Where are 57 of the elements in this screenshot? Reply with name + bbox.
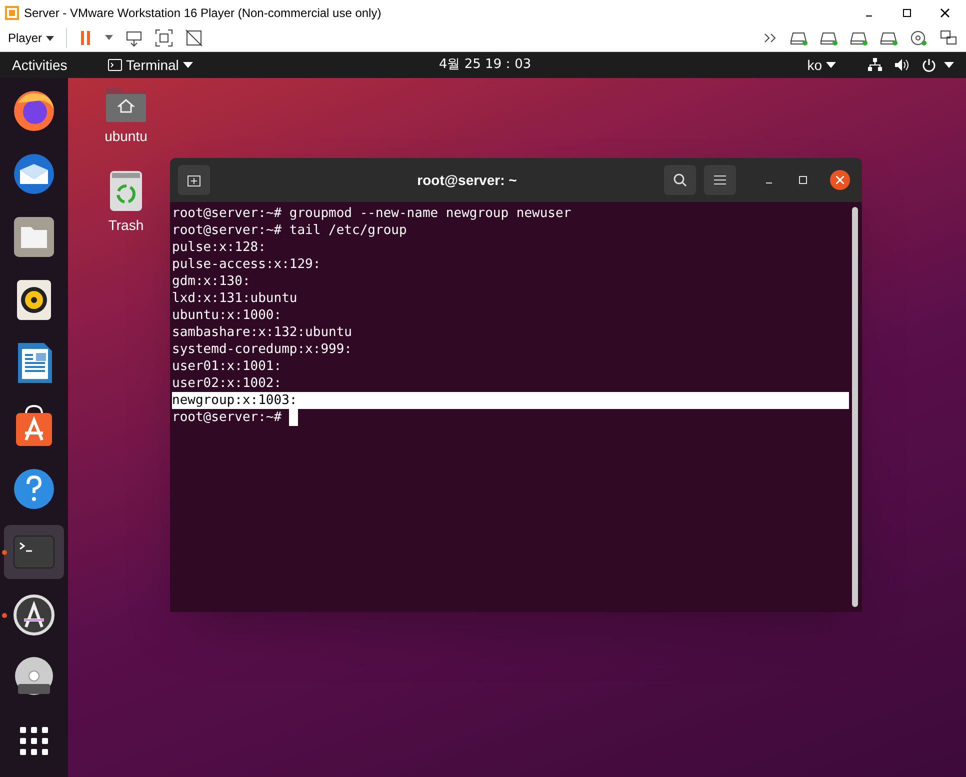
app-logo-icon bbox=[4, 4, 20, 20]
disc-icon[interactable] bbox=[910, 30, 928, 46]
desktop-icon-label[interactable]: ubuntu bbox=[104, 126, 148, 147]
terminal-line: root@server:~# tail /etc/group bbox=[172, 222, 407, 239]
app-menu[interactable]: Terminal bbox=[108, 54, 193, 76]
caret-icon bbox=[46, 36, 54, 40]
maximize-icon[interactable] bbox=[902, 8, 912, 18]
terminal-line: gdm:x:130: bbox=[172, 273, 250, 290]
network-adapter-icon[interactable] bbox=[940, 30, 958, 46]
caret-icon bbox=[826, 62, 836, 68]
network-icon[interactable] bbox=[868, 58, 882, 72]
drive-icon[interactable] bbox=[880, 30, 898, 46]
drive-icon[interactable] bbox=[820, 30, 838, 46]
close-icon bbox=[836, 176, 844, 184]
volume-icon[interactable] bbox=[894, 58, 910, 72]
terminal-line: user01:x:1001: bbox=[172, 358, 282, 375]
terminal-line: systemd-coredump:x:999: bbox=[172, 341, 352, 358]
unity-icon[interactable] bbox=[185, 29, 204, 47]
clock[interactable]: 4월 25 19：03 bbox=[438, 55, 532, 75]
terminal-line: pulse:x:128: bbox=[172, 239, 266, 256]
mail-icon bbox=[12, 152, 56, 196]
close-button[interactable] bbox=[830, 170, 850, 190]
help-icon bbox=[12, 467, 56, 511]
terminal-line: user02:x:1002: bbox=[172, 375, 282, 392]
terminal-line: lxd:x:131:ubuntu bbox=[172, 290, 298, 307]
browser-icon bbox=[12, 89, 56, 133]
terminal-line: sambashare:x:132:ubuntu bbox=[172, 324, 352, 341]
terminal-line: root@server:~# bbox=[172, 409, 283, 426]
terminal-icon bbox=[108, 59, 122, 71]
fullscreen-icon[interactable] bbox=[155, 29, 174, 47]
send-keys-icon[interactable] bbox=[125, 29, 144, 47]
desktop-icon-label[interactable]: Trash bbox=[108, 215, 144, 236]
search-button[interactable] bbox=[664, 165, 696, 195]
terminal-line: ubuntu:x:1000: bbox=[172, 307, 282, 324]
new-tab-button[interactable] bbox=[178, 165, 210, 195]
folder-icon bbox=[12, 215, 56, 259]
terminal-line: root@server:~# groupmod --new-name newgroup newuser bbox=[172, 205, 572, 222]
menu-icon bbox=[714, 175, 726, 185]
terminal-title: root@server: ~ bbox=[417, 170, 517, 190]
window-title: Server - VMware Workstation 16 Player (Non-commercial use only) bbox=[24, 4, 382, 22]
caret-icon bbox=[182, 62, 193, 68]
activities-button[interactable]: Activities bbox=[12, 54, 100, 76]
chevron-icon[interactable] bbox=[764, 33, 778, 43]
update-icon bbox=[12, 593, 56, 637]
player-menu[interactable]: Player bbox=[8, 29, 54, 47]
power-icon[interactable] bbox=[922, 58, 936, 72]
close-icon[interactable] bbox=[940, 8, 950, 18]
drive-icon[interactable] bbox=[790, 30, 808, 46]
search-icon bbox=[673, 173, 687, 187]
menu-button[interactable] bbox=[704, 165, 736, 195]
drive-icon[interactable] bbox=[850, 30, 868, 46]
trash-icon bbox=[108, 169, 144, 213]
language-menu[interactable]: ko bbox=[807, 54, 836, 76]
new-tab-icon bbox=[187, 173, 201, 187]
caret-icon[interactable] bbox=[944, 62, 954, 68]
scrollbar[interactable] bbox=[852, 207, 858, 607]
terminal-line: pulse-access:x:129: bbox=[172, 256, 321, 273]
